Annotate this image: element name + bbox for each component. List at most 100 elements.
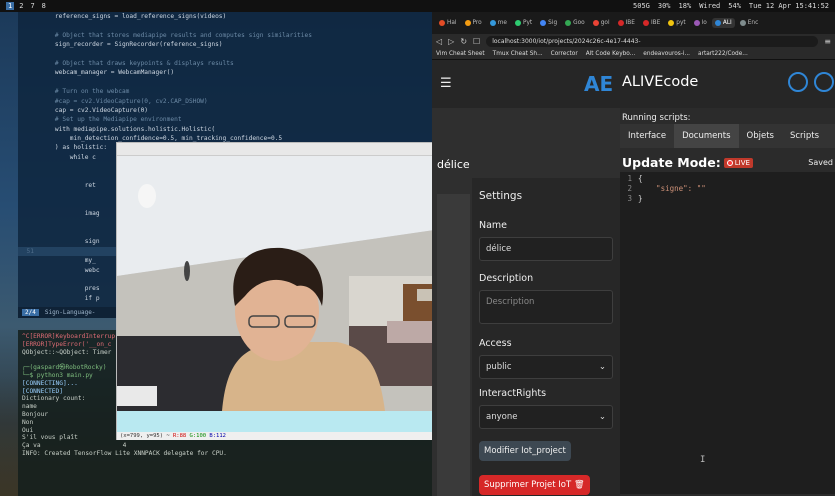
back-icon[interactable]: ◁ xyxy=(436,37,442,46)
interact-rights-select[interactable]: anyone ⌄ xyxy=(479,405,613,429)
line-number xyxy=(18,50,40,59)
cpu-status: 30% xyxy=(657,2,671,10)
line-number xyxy=(18,200,40,209)
camera-window-titlebar[interactable] xyxy=(117,143,462,156)
tab-label: Goo xyxy=(573,20,585,26)
tab-documents[interactable]: Documents xyxy=(674,124,739,148)
browser-tab[interactable]: pyt xyxy=(665,18,688,28)
scripts-panel: Running scripts: Interface Documents Obj… xyxy=(620,108,835,496)
pixel-red: R:88 xyxy=(172,433,187,439)
line-number xyxy=(18,266,40,275)
access-select[interactable]: public ⌄ xyxy=(479,355,613,379)
app-title[interactable]: ALIVEcode xyxy=(622,74,698,90)
hamburger-menu-icon[interactable]: ☰ xyxy=(440,76,452,91)
code-text: # Set up the Mediapipe environment xyxy=(40,116,182,124)
code-text: { xyxy=(638,174,643,183)
line-number xyxy=(18,153,40,162)
bookmark-item[interactable]: artart222/Code... xyxy=(698,51,748,57)
bookmark-item[interactable]: Vim Cheat Sheet xyxy=(436,51,485,57)
name-value: délice xyxy=(486,244,512,254)
line-number xyxy=(18,143,40,152)
pixel-blue: B:112 xyxy=(209,433,226,439)
workspace-switcher[interactable]: 1 2 7 8 xyxy=(6,2,48,10)
bookmark-item[interactable]: Corrector xyxy=(551,51,578,57)
code-line xyxy=(18,21,432,30)
browser-window[interactable]: Hal Pro me Pyt Sig Goo gol IBE IBE pyt lo ALI Enc ◁ … xyxy=(432,12,835,496)
alivecode-logo[interactable]: AE xyxy=(584,72,613,96)
user-account-icon[interactable] xyxy=(788,72,808,92)
project-panel: délice Settings Name délice Description … xyxy=(432,108,620,496)
line-number xyxy=(18,190,40,199)
browser-tab[interactable]: gol xyxy=(590,18,613,28)
tab-favicon-icon xyxy=(592,20,599,26)
code-text: # Turn on the webcam xyxy=(40,88,130,96)
modify-project-button[interactable]: Modifier Iot_project xyxy=(479,441,571,461)
side-tab[interactable] xyxy=(437,194,470,496)
workspace-1[interactable]: 1 xyxy=(6,2,15,10)
browser-tab[interactable]: Goo xyxy=(562,18,588,28)
browser-tab[interactable]: Hal xyxy=(436,18,460,28)
document-code-editor[interactable]: 1{2 "signe": "" 3} I xyxy=(620,172,835,494)
camera-window[interactable]: (x=799, y=95) ~ R:88 G:100 B:112 xyxy=(116,142,463,440)
browser-tab[interactable]: me xyxy=(487,18,510,28)
live-label: LIVE xyxy=(734,158,750,167)
app-header: ☰ AE ALIVEcode xyxy=(432,60,835,108)
tab-label: lo xyxy=(701,20,707,26)
name-input[interactable]: délice xyxy=(479,237,613,261)
description-textarea[interactable]: Description xyxy=(479,290,613,324)
trash-icon: 🗑 xyxy=(573,480,585,490)
line-number xyxy=(18,31,40,40)
code-text: # Object that stores mediapipe results a… xyxy=(40,31,312,39)
menu-icon[interactable]: ≡ xyxy=(824,37,831,46)
editor-filename: Sign-Language- xyxy=(44,309,96,316)
tab-favicon-icon xyxy=(739,20,746,26)
tab-objets[interactable]: Objets xyxy=(739,124,782,148)
pixel-coords: (x=799, y=95) ~ xyxy=(120,433,170,439)
browser-tab[interactable]: IBE xyxy=(615,18,638,28)
line-number xyxy=(18,87,40,96)
url-text: localhost:3000/iot/projects/2024c26c-4e1… xyxy=(492,37,641,45)
reload-icon[interactable]: ↻ xyxy=(460,37,467,46)
line-number xyxy=(18,256,40,265)
code-text: # Object that draws keypoints & displays… xyxy=(40,59,234,67)
workspace-7[interactable]: 7 xyxy=(28,2,36,10)
delete-project-button[interactable]: Supprimer Projet IoT 🗑 xyxy=(479,475,590,495)
browser-tab[interactable]: Pyt xyxy=(512,18,535,28)
document-code-line: 3} xyxy=(620,194,835,204)
forward-icon[interactable]: ▷ xyxy=(448,37,454,46)
workspace-2[interactable]: 2 xyxy=(17,2,25,10)
line-number xyxy=(18,219,40,228)
browser-tab[interactable]: Pro xyxy=(462,18,485,28)
line-number xyxy=(18,59,40,68)
live-badge[interactable]: LIVE xyxy=(723,157,753,168)
settings-panel: Settings Name délice Description Descrip… xyxy=(472,178,620,496)
browser-tab[interactable]: Enc xyxy=(737,18,762,28)
url-bar[interactable]: localhost:3000/iot/projects/2024c26c-4e1… xyxy=(486,35,819,47)
code-text: if p xyxy=(40,294,100,302)
tab-label: IBE xyxy=(625,20,635,26)
code-text: sign xyxy=(40,238,100,246)
code-line: # Object that draws keypoints & displays… xyxy=(18,59,432,68)
browser-tabstrip[interactable]: Hal Pro me Pyt Sig Goo gol IBE IBE pyt lo ALI Enc xyxy=(432,12,835,34)
saved-status: Saved xyxy=(808,158,833,167)
workspace-8[interactable]: 8 xyxy=(40,2,48,10)
network-status: Wired xyxy=(699,2,721,10)
system-topbar: 1 2 7 8 505G 30% 18% Wired 54% Tue 12 Ap… xyxy=(0,0,835,12)
browser-tab[interactable]: Sig xyxy=(537,18,560,28)
code-text: webcam_manager = WebcamManager() xyxy=(40,69,175,77)
code-text: sign_recorder = SignRecorder(reference_s… xyxy=(40,41,223,49)
camera-result-bar xyxy=(117,411,462,432)
code-text: while c xyxy=(40,153,96,161)
browser-tab[interactable]: ALI xyxy=(711,18,735,28)
browser-tab[interactable]: IBE xyxy=(640,18,663,28)
bookmark-item[interactable]: Alt Code Keybo... xyxy=(586,51,636,57)
tab-scripts[interactable]: Scripts xyxy=(782,124,827,148)
browser-tab[interactable]: lo xyxy=(691,18,710,28)
tab-interface[interactable]: Interface xyxy=(620,124,674,148)
bookmark-item[interactable]: endeavouros-i... xyxy=(643,51,690,57)
tab-favicon-icon xyxy=(540,20,547,26)
line-number xyxy=(18,294,40,303)
bookmark-icon[interactable]: ☐ xyxy=(473,37,480,46)
bookmark-item[interactable]: Tmux Cheat Sh... xyxy=(493,51,543,57)
language-globe-icon[interactable] xyxy=(814,72,834,92)
